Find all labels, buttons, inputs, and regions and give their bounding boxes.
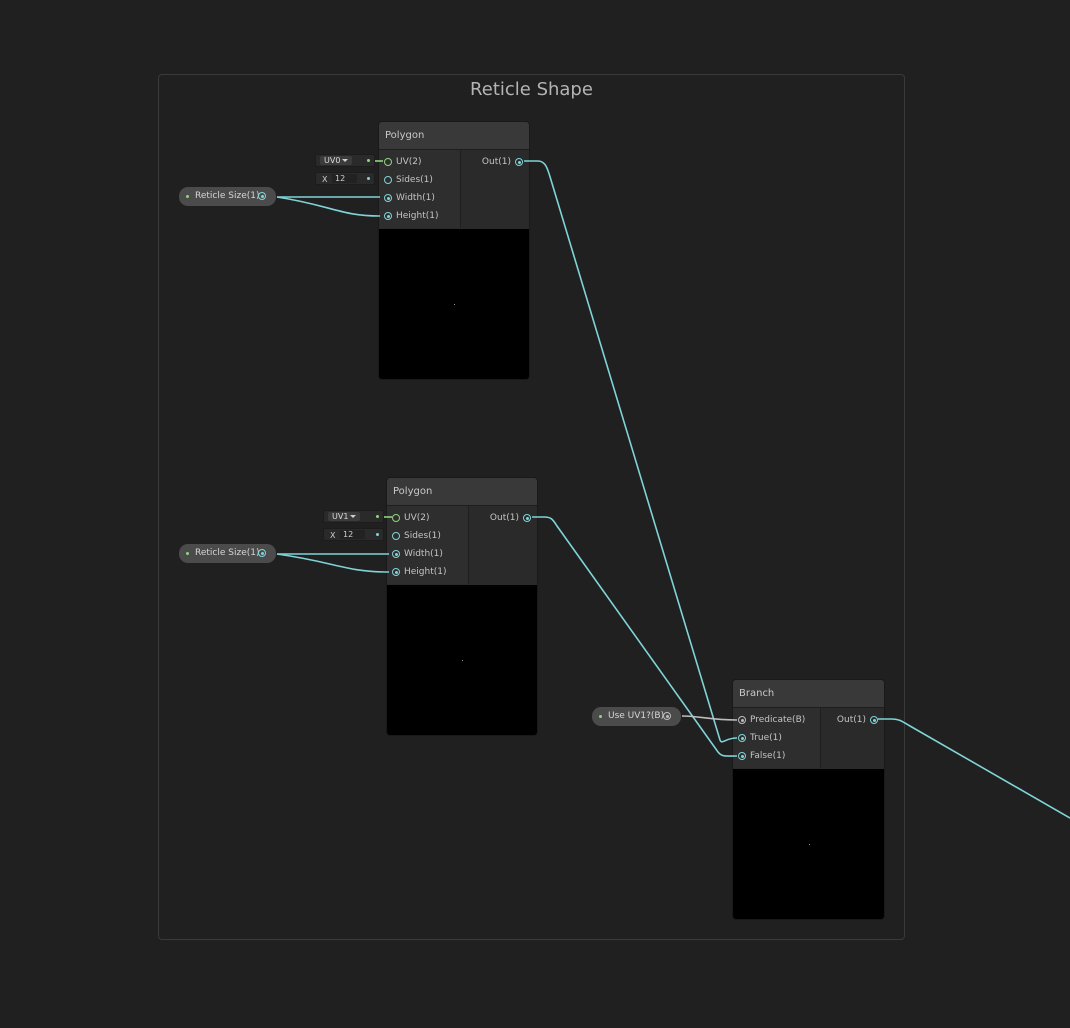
port-height-label: Height(1) bbox=[396, 211, 439, 221]
port-uv-label: UV(2) bbox=[404, 513, 430, 523]
node-preview bbox=[387, 585, 537, 735]
port-uv-icon[interactable] bbox=[392, 514, 400, 522]
input-column: UV(2) Sides(1) Width(1) Height(1) bbox=[379, 150, 461, 228]
uv-channel-dropdown[interactable]: UV0 bbox=[320, 156, 353, 165]
port-sides[interactable]: Sides(1) bbox=[384, 174, 433, 186]
node-title[interactable]: Polygon bbox=[387, 478, 537, 506]
port-true[interactable]: True(1) bbox=[738, 732, 782, 744]
port-sides-icon[interactable] bbox=[384, 176, 392, 184]
output-column: Out(1) bbox=[821, 708, 884, 768]
port-width-label: Width(1) bbox=[404, 549, 443, 559]
reticle-size-property-bottom[interactable]: Reticle Size(1) bbox=[179, 544, 276, 563]
input-column: UV(2) Sides(1) Width(1) Height(1) bbox=[387, 506, 469, 584]
port-predicate[interactable]: Predicate(B) bbox=[738, 714, 805, 726]
port-sides-label: Sides(1) bbox=[396, 175, 433, 185]
sides-field-connector bbox=[376, 533, 379, 536]
port-sides-icon[interactable] bbox=[392, 532, 400, 540]
node-title[interactable]: Polygon bbox=[379, 122, 529, 150]
port-height-label: Height(1) bbox=[404, 567, 447, 577]
port-out-icon[interactable] bbox=[523, 514, 531, 522]
port-uv[interactable]: UV(2) bbox=[392, 512, 430, 524]
sides-axis-label: X bbox=[330, 531, 336, 540]
preview-shape bbox=[462, 660, 463, 661]
property-exposed-indicator bbox=[186, 195, 189, 198]
port-out-label: Out(1) bbox=[481, 157, 511, 167]
port-sides-label: Sides(1) bbox=[404, 531, 441, 541]
property-label: Reticle Size(1) bbox=[195, 548, 260, 558]
port-out[interactable]: Out(1) bbox=[837, 714, 878, 726]
port-height[interactable]: Height(1) bbox=[384, 210, 439, 222]
property-label: Use UV1?(B) bbox=[608, 711, 665, 721]
uv-channel-field[interactable]: UV1 bbox=[323, 510, 384, 523]
port-width-icon[interactable] bbox=[384, 194, 392, 202]
uv-field-connector bbox=[367, 159, 370, 162]
polygon-node-bottom[interactable]: Polygon UV(2) Sides(1) Width(1) Height(1… bbox=[387, 478, 537, 735]
reticle-size-property-top[interactable]: Reticle Size(1) bbox=[179, 187, 276, 206]
sides-field[interactable]: X 12 bbox=[315, 172, 375, 185]
sides-input[interactable]: 12 bbox=[332, 174, 357, 183]
port-width[interactable]: Width(1) bbox=[392, 548, 443, 560]
port-false-icon[interactable] bbox=[738, 752, 746, 760]
port-uv-label: UV(2) bbox=[396, 157, 422, 167]
port-area: UV(2) Sides(1) Width(1) Height(1) Out(1) bbox=[379, 150, 529, 228]
port-out-icon[interactable] bbox=[515, 158, 523, 166]
output-column: Out(1) bbox=[461, 150, 529, 228]
group-title[interactable]: Reticle Shape bbox=[159, 79, 904, 100]
port-out-label: Out(1) bbox=[489, 513, 519, 523]
port-width-icon[interactable] bbox=[392, 550, 400, 558]
property-out-port-icon[interactable] bbox=[258, 192, 266, 200]
uv-field-connector bbox=[376, 515, 379, 518]
wire-branch-out bbox=[878, 718, 1070, 819]
port-out-icon[interactable] bbox=[870, 716, 878, 724]
port-height-icon[interactable] bbox=[392, 568, 400, 576]
port-sides[interactable]: Sides(1) bbox=[392, 530, 441, 542]
sides-field-connector bbox=[367, 177, 370, 180]
port-height-icon[interactable] bbox=[384, 212, 392, 220]
port-true-label: True(1) bbox=[750, 733, 782, 743]
sides-field[interactable]: X 12 bbox=[323, 528, 384, 541]
port-uv[interactable]: UV(2) bbox=[384, 156, 422, 168]
port-area: UV(2) Sides(1) Width(1) Height(1) Out(1) bbox=[387, 506, 537, 584]
node-preview bbox=[733, 769, 884, 919]
use-uv1-property[interactable]: Use UV1?(B) bbox=[592, 707, 681, 726]
port-false-label: False(1) bbox=[750, 751, 786, 761]
branch-node[interactable]: Branch Predicate(B) True(1) False(1) Out… bbox=[733, 680, 884, 919]
port-predicate-icon[interactable] bbox=[738, 716, 746, 724]
sides-input[interactable]: 12 bbox=[340, 530, 365, 539]
polygon-node-top[interactable]: Polygon UV(2) Sides(1) Width(1) Height(1… bbox=[379, 122, 529, 379]
property-out-port-icon[interactable] bbox=[663, 712, 671, 720]
port-false[interactable]: False(1) bbox=[738, 750, 785, 762]
port-true-icon[interactable] bbox=[738, 734, 746, 742]
node-title[interactable]: Branch bbox=[733, 680, 884, 708]
property-label: Reticle Size(1) bbox=[195, 191, 260, 201]
preview-shape bbox=[808, 844, 810, 845]
input-column: Predicate(B) True(1) False(1) bbox=[733, 708, 821, 768]
property-out-port-icon[interactable] bbox=[258, 549, 266, 557]
preview-shape bbox=[454, 304, 455, 305]
node-preview bbox=[379, 229, 529, 379]
property-exposed-indicator bbox=[186, 552, 189, 555]
port-width-label: Width(1) bbox=[396, 193, 435, 203]
port-width[interactable]: Width(1) bbox=[384, 192, 435, 204]
port-area: Predicate(B) True(1) False(1) Out(1) bbox=[733, 708, 884, 768]
port-height[interactable]: Height(1) bbox=[392, 566, 447, 578]
port-out-label: Out(1) bbox=[836, 715, 866, 725]
uv-channel-field[interactable]: UV0 bbox=[315, 154, 375, 167]
port-out[interactable]: Out(1) bbox=[482, 156, 523, 168]
port-out[interactable]: Out(1) bbox=[490, 512, 531, 524]
sides-axis-label: X bbox=[322, 175, 328, 184]
uv-channel-dropdown[interactable]: UV1 bbox=[328, 512, 361, 521]
property-exposed-indicator bbox=[599, 715, 602, 718]
port-predicate-label: Predicate(B) bbox=[750, 715, 806, 725]
port-uv-icon[interactable] bbox=[384, 158, 392, 166]
output-column: Out(1) bbox=[469, 506, 537, 584]
